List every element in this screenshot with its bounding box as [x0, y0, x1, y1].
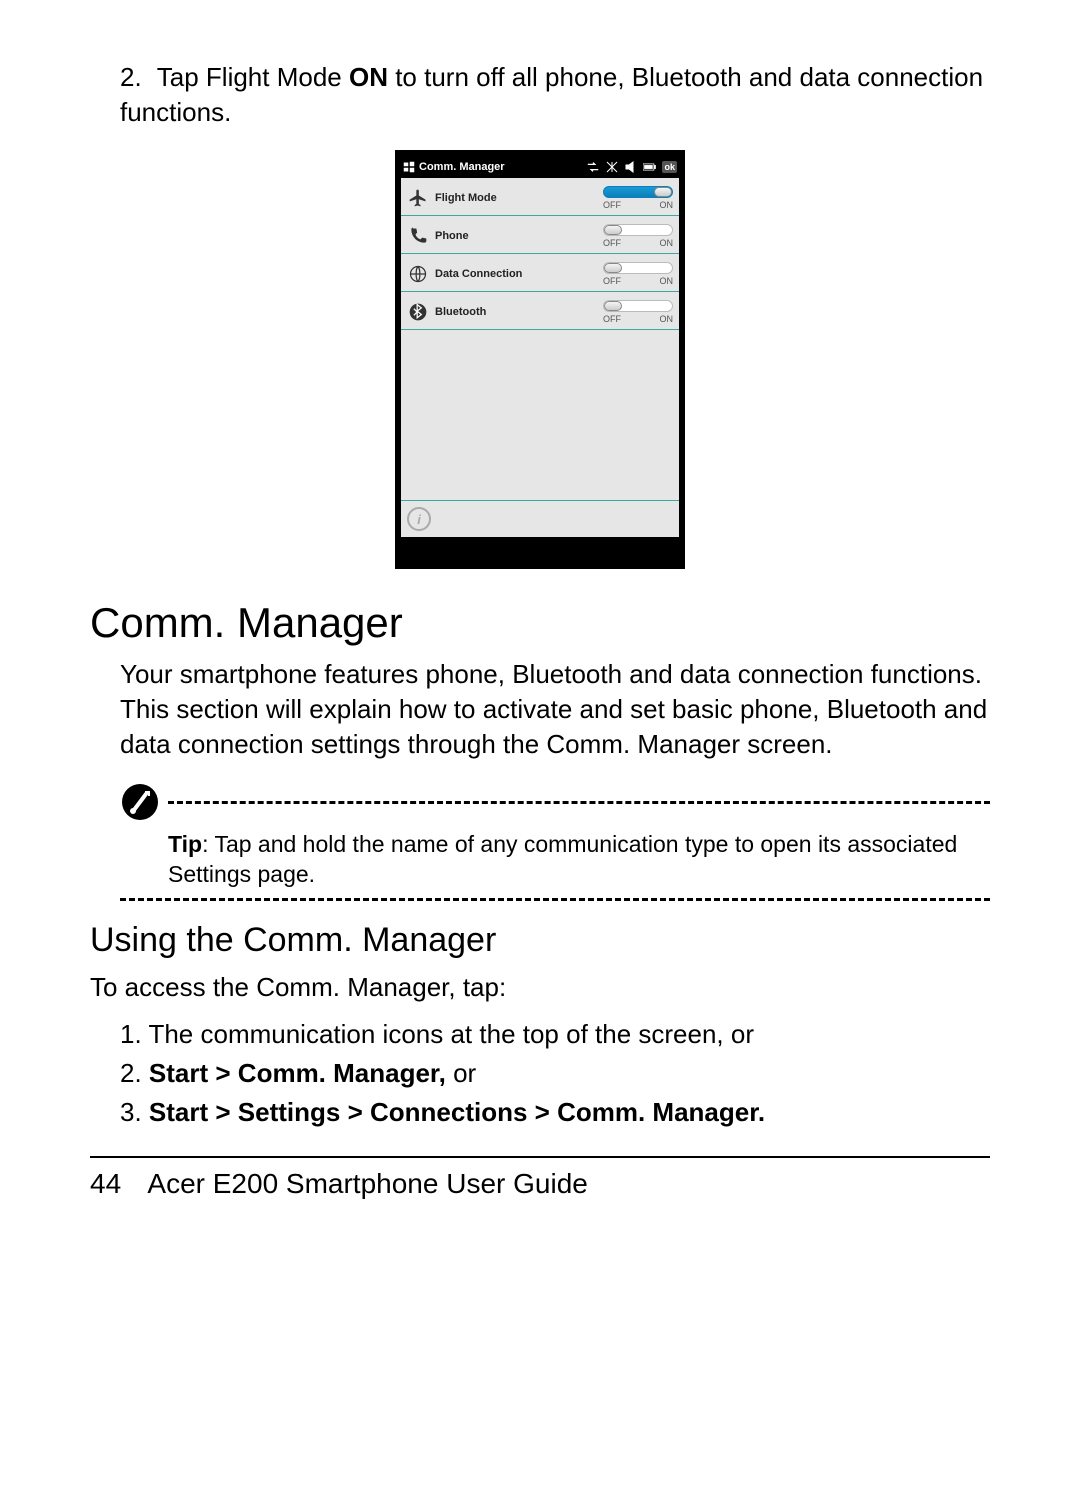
- phone-icon: [407, 225, 429, 247]
- row-bluetooth[interactable]: Bluetooth OFFON: [401, 292, 679, 330]
- battery-icon: [643, 161, 657, 173]
- tip-text: Tip: Tap and hold the name of any commun…: [168, 830, 990, 890]
- list-item-3: 3. Start > Settings > Connections > Comm…: [120, 1093, 990, 1132]
- comm-rows: Flight Mode OFFON Phone OFFON: [401, 178, 679, 537]
- dash-rule-bottom: [120, 898, 990, 901]
- flight-mode-toggle[interactable]: OFFON: [603, 186, 673, 210]
- dash-rule-top: [168, 801, 990, 804]
- row-phone[interactable]: Phone OFFON: [401, 216, 679, 254]
- sync-icon: [586, 161, 600, 173]
- screenshot-container: Comm. Manager ok Flight Mode: [90, 150, 990, 569]
- step-number: 2.: [120, 60, 150, 95]
- bluetooth-icon: [407, 301, 429, 323]
- bluetooth-toggle[interactable]: OFFON: [603, 300, 673, 324]
- page-footer: 44 Acer E200 Smartphone User Guide: [90, 1168, 990, 1200]
- titlebar-title: Comm. Manager: [419, 161, 505, 173]
- tip-body: : Tap and hold the name of any communica…: [168, 831, 957, 887]
- tip-block: Tip: Tap and hold the name of any commun…: [120, 782, 990, 901]
- volume-icon: [624, 161, 638, 173]
- section-heading: Comm. Manager: [90, 599, 990, 647]
- step-text-bold: ON: [349, 62, 388, 92]
- row-data-connection[interactable]: Data Connection OFFON: [401, 254, 679, 292]
- data-connection-toggle[interactable]: OFFON: [603, 262, 673, 286]
- titlebar: Comm. Manager ok: [401, 156, 679, 178]
- row-label: Bluetooth: [435, 306, 603, 318]
- sub-heading: Using the Comm. Manager: [90, 921, 990, 960]
- signal-icon: [605, 161, 619, 173]
- bottom-bar: [401, 537, 679, 563]
- footer-title: Acer E200 Smartphone User Guide: [147, 1168, 587, 1199]
- step-text-pre: Tap Flight Mode: [157, 62, 349, 92]
- tip-label: Tip: [168, 831, 202, 857]
- section-paragraph: Your smartphone features phone, Bluetoot…: [120, 657, 990, 762]
- sub-paragraph: To access the Comm. Manager, tap:: [90, 970, 990, 1005]
- tip-icon: [120, 782, 160, 822]
- page-number: 44: [90, 1168, 121, 1199]
- row-flight-mode[interactable]: Flight Mode OFFON: [401, 178, 679, 216]
- phone-toggle[interactable]: OFFON: [603, 224, 673, 248]
- ok-button[interactable]: ok: [662, 161, 677, 173]
- row-label: Phone: [435, 230, 603, 242]
- instruction-step-2: 2. Tap Flight Mode ON to turn off all ph…: [120, 60, 990, 130]
- row-label: Data Connection: [435, 268, 603, 280]
- info-icon: i: [407, 507, 431, 531]
- globe-icon: [407, 263, 429, 285]
- footer-rule: [90, 1156, 990, 1158]
- phone-screenshot: Comm. Manager ok Flight Mode: [395, 150, 685, 569]
- info-row[interactable]: i: [401, 501, 679, 537]
- airplane-icon: [407, 187, 429, 209]
- start-icon: [403, 161, 415, 173]
- empty-area: [401, 330, 679, 501]
- list-item-1: 1. The communication icons at the top of…: [120, 1015, 990, 1054]
- row-label: Flight Mode: [435, 192, 603, 204]
- list-item-2: 2. Start > Comm. Manager, or: [120, 1054, 990, 1093]
